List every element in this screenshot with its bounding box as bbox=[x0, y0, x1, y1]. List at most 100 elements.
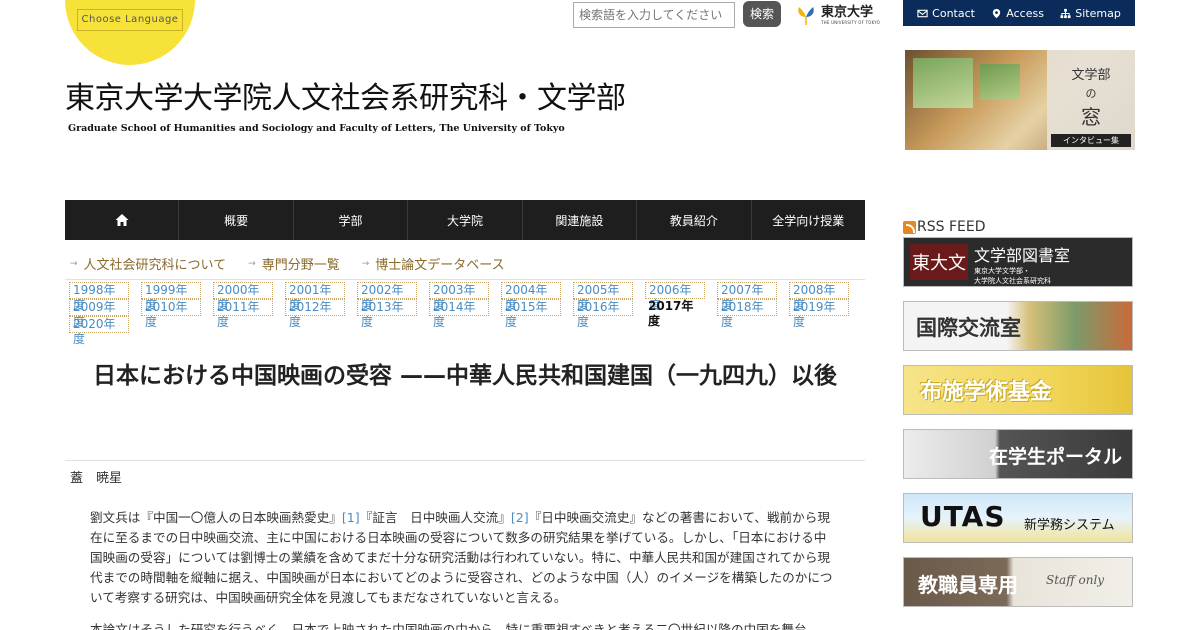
banner-subtitle: 新学務システム bbox=[1024, 518, 1115, 533]
year-link[interactable]: 2000年度 bbox=[213, 282, 273, 312]
university-name-en: THE UNIVERSITY OF TOKYO bbox=[821, 20, 881, 25]
subnav-about[interactable]: → 人文社会研究科について bbox=[70, 254, 226, 273]
site-title-en: Graduate School of Humanities and Sociol… bbox=[68, 123, 565, 134]
top-utility-nav: Contact Access Sitemap bbox=[903, 0, 1135, 26]
year-link[interactable]: 2011年度 bbox=[213, 299, 273, 329]
year-tabs: 1998年度 1999年度 2000年度 2001年度 2002年度 2003年… bbox=[69, 282, 859, 346]
banner-text: 窓 bbox=[1081, 105, 1101, 129]
university-logo[interactable]: 東京大学 THE UNIVERSITY OF TOKYO bbox=[795, 3, 890, 29]
university-name-jp: 東京大学 bbox=[821, 5, 874, 20]
subnav-about-label: 人文社会研究科について bbox=[83, 258, 227, 273]
ginkgo-leaf-icon bbox=[798, 7, 814, 25]
main-nav: 概要 学部 大学院 関連施設 教員紹介 全学向け授業 bbox=[65, 200, 865, 240]
year-link[interactable]: 2013年度 bbox=[357, 299, 417, 329]
nav-university-wide-courses[interactable]: 全学向け授業 bbox=[752, 200, 865, 240]
contact-label: Contact bbox=[932, 6, 975, 20]
article-body: 劉文兵は『中国一〇億人の日本映画熱愛史』[1]『証言 日中映画人交流』[2]『日… bbox=[90, 508, 835, 630]
library-sub: 東京大学文学部・ bbox=[974, 267, 1030, 275]
library-banner[interactable]: 東大文 文学部図書室 東京大学文学部・ 大学院人文社会系研究科 bbox=[903, 237, 1133, 287]
banner-subtitle: Staff only bbox=[1046, 573, 1105, 587]
subnav-thesis-db[interactable]: → 博士論文データベース bbox=[362, 254, 505, 273]
sub-nav: → 人文社会研究科について → 専門分野一覧 → 博士論文データベース bbox=[65, 248, 865, 280]
sitemap-link[interactable]: Sitemap bbox=[1060, 7, 1121, 20]
article-title: 日本における中国映画の受容 ——中華人民共和国建国（一九四九）以後 bbox=[92, 363, 837, 389]
year-link[interactable]: 2009年度 bbox=[69, 299, 129, 329]
subnav-fields[interactable]: → 専門分野一覧 bbox=[248, 254, 340, 273]
banner-text: インタビュー集 bbox=[1051, 134, 1131, 147]
footnote-link[interactable]: [2] bbox=[511, 510, 529, 525]
footnote-link[interactable]: [1] bbox=[342, 510, 360, 525]
author-name: 蓋 暁星 bbox=[70, 471, 123, 486]
divider bbox=[65, 460, 865, 461]
sitemap-label: Sitemap bbox=[1075, 6, 1121, 20]
sitemap-icon bbox=[1060, 8, 1071, 18]
site-title-jp: 東京大学大学院人文社会系研究科・文学部 bbox=[65, 81, 626, 116]
home-icon bbox=[115, 214, 129, 226]
text-span: 『証言 日中映画人交流』 bbox=[359, 510, 511, 525]
year-link[interactable]: 2018年度 bbox=[717, 299, 777, 329]
banner-title: 教職員専用 bbox=[918, 573, 1018, 597]
year-current: 2017年度 bbox=[648, 299, 694, 328]
year-link[interactable]: 2005年度 bbox=[573, 282, 633, 312]
arrow-right-icon: → bbox=[248, 258, 256, 269]
nav-home[interactable] bbox=[65, 200, 180, 240]
year-link[interactable]: 2002年度 bbox=[357, 282, 417, 312]
banner-text: 文学部 bbox=[1071, 68, 1111, 83]
staff-only-banner[interactable]: 教職員専用 Staff only bbox=[903, 557, 1133, 607]
library-sub: 大学院人文社会系研究科 bbox=[974, 277, 1051, 285]
library-title: 文学部図書室 bbox=[974, 246, 1071, 265]
year-link[interactable]: 2004年度 bbox=[501, 282, 561, 312]
arrow-right-icon: → bbox=[70, 258, 78, 269]
year-link[interactable]: 2012年度 bbox=[285, 299, 345, 329]
window-photo bbox=[980, 64, 1020, 100]
year-link[interactable]: 2001年度 bbox=[285, 282, 345, 312]
access-label: Access bbox=[1006, 6, 1044, 20]
year-link[interactable]: 2020年度 bbox=[69, 316, 129, 346]
nav-overview[interactable]: 概要 bbox=[179, 200, 294, 240]
nav-graduate[interactable]: 大学院 bbox=[408, 200, 523, 240]
year-link[interactable]: 2016年度 bbox=[573, 299, 633, 329]
year-link[interactable]: 2006年度 bbox=[645, 282, 705, 312]
year-link[interactable]: 2010年度 bbox=[141, 299, 201, 329]
bungakubu-window-banner[interactable]: 文学部 の 窓 インタビュー集 bbox=[905, 50, 1135, 150]
banner-title: 国際交流室 bbox=[916, 316, 1021, 340]
banner-title: UTAS bbox=[920, 500, 1006, 533]
text-span: 劉文兵は『中国一〇億人の日本映画熱愛史』 bbox=[90, 510, 342, 525]
student-portal-banner[interactable]: 在学生ポータル bbox=[903, 429, 1133, 479]
year-link[interactable]: 2014年度 bbox=[429, 299, 489, 329]
year-link[interactable]: 2019年度 bbox=[789, 299, 849, 329]
subnav-thesis-db-label: 博士論文データベース bbox=[375, 258, 505, 273]
nav-faculty[interactable]: 教員紹介 bbox=[637, 200, 752, 240]
search-input[interactable] bbox=[573, 2, 735, 28]
year-link[interactable]: 1998年度 bbox=[69, 282, 129, 312]
year-link[interactable]: 2015年度 bbox=[501, 299, 561, 329]
fuse-fund-banner[interactable]: 布施学術基金 bbox=[903, 365, 1133, 415]
window-photo bbox=[913, 58, 973, 108]
banner-label: 文学部 の 窓 インタビュー集 bbox=[1047, 50, 1135, 150]
choose-language-button[interactable]: Choose Language bbox=[77, 9, 183, 31]
rss-icon bbox=[903, 220, 916, 234]
banner-title: 在学生ポータル bbox=[988, 446, 1122, 468]
subnav-fields-label: 専門分野一覧 bbox=[261, 258, 340, 273]
international-office-banner[interactable]: 国際交流室 bbox=[903, 301, 1133, 351]
rss-label: RSS FEED bbox=[917, 219, 986, 235]
access-link[interactable]: Access bbox=[991, 7, 1044, 20]
year-link[interactable]: 1999年度 bbox=[141, 282, 201, 312]
banner-text: の bbox=[1085, 87, 1097, 100]
year-link[interactable]: 2008年度 bbox=[789, 282, 849, 312]
nav-undergraduate[interactable]: 学部 bbox=[294, 200, 409, 240]
map-pin-icon bbox=[993, 8, 1001, 18]
search-button[interactable]: 検索 bbox=[743, 1, 781, 27]
nav-facilities[interactable]: 関連施設 bbox=[523, 200, 638, 240]
year-link[interactable]: 2003年度 bbox=[429, 282, 489, 312]
contact-link[interactable]: Contact bbox=[917, 7, 975, 20]
library-logo: 東大文 bbox=[910, 244, 968, 280]
site-title-logo[interactable]: 東京大学大学院人文社会系研究科・文学部 Graduate School of H… bbox=[65, 80, 651, 143]
utas-banner[interactable]: UTAS 新学務システム bbox=[903, 493, 1133, 543]
year-link[interactable]: 2007年度 bbox=[717, 282, 777, 312]
paragraph: 劉文兵は『中国一〇億人の日本映画熱愛史』[1]『証言 日中映画人交流』[2]『日… bbox=[90, 508, 835, 608]
rss-feed-link[interactable]: RSS FEED bbox=[903, 219, 985, 235]
banner-title: 布施学術基金 bbox=[920, 380, 1053, 405]
arrow-right-icon: → bbox=[361, 258, 370, 269]
mail-icon bbox=[917, 9, 928, 17]
